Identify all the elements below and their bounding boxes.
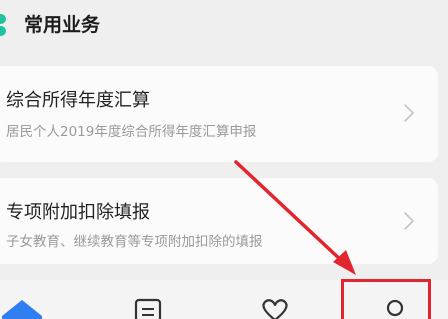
home-icon bbox=[2, 300, 42, 319]
document-icon bbox=[134, 298, 162, 319]
highlight-box bbox=[341, 279, 431, 319]
chevron-right-icon bbox=[404, 104, 414, 122]
section-marker-icon bbox=[0, 14, 10, 38]
tab-documents[interactable] bbox=[122, 280, 182, 319]
tab-home[interactable] bbox=[0, 280, 60, 319]
chevron-right-icon bbox=[404, 212, 414, 230]
card-special-deduction[interactable]: 专项附加扣除填报 子女教育、继续教育等专项附加扣除的填报 bbox=[0, 178, 438, 264]
card-title: 专项附加扣除填报 bbox=[6, 202, 150, 223]
card-annual-settlement[interactable]: 综合所得年度汇算 居民个人2019年度综合所得年度汇算申报 bbox=[0, 66, 438, 162]
heart-icon bbox=[262, 299, 288, 319]
card-description: 居民个人2019年度综合所得年度汇算申报 bbox=[6, 124, 257, 140]
section-title: 常用业务 bbox=[24, 14, 101, 36]
card-description: 子女教育、继续教育等专项附加扣除的填报 bbox=[6, 234, 263, 250]
tab-services[interactable] bbox=[245, 280, 305, 319]
card-title: 综合所得年度汇算 bbox=[6, 90, 150, 111]
